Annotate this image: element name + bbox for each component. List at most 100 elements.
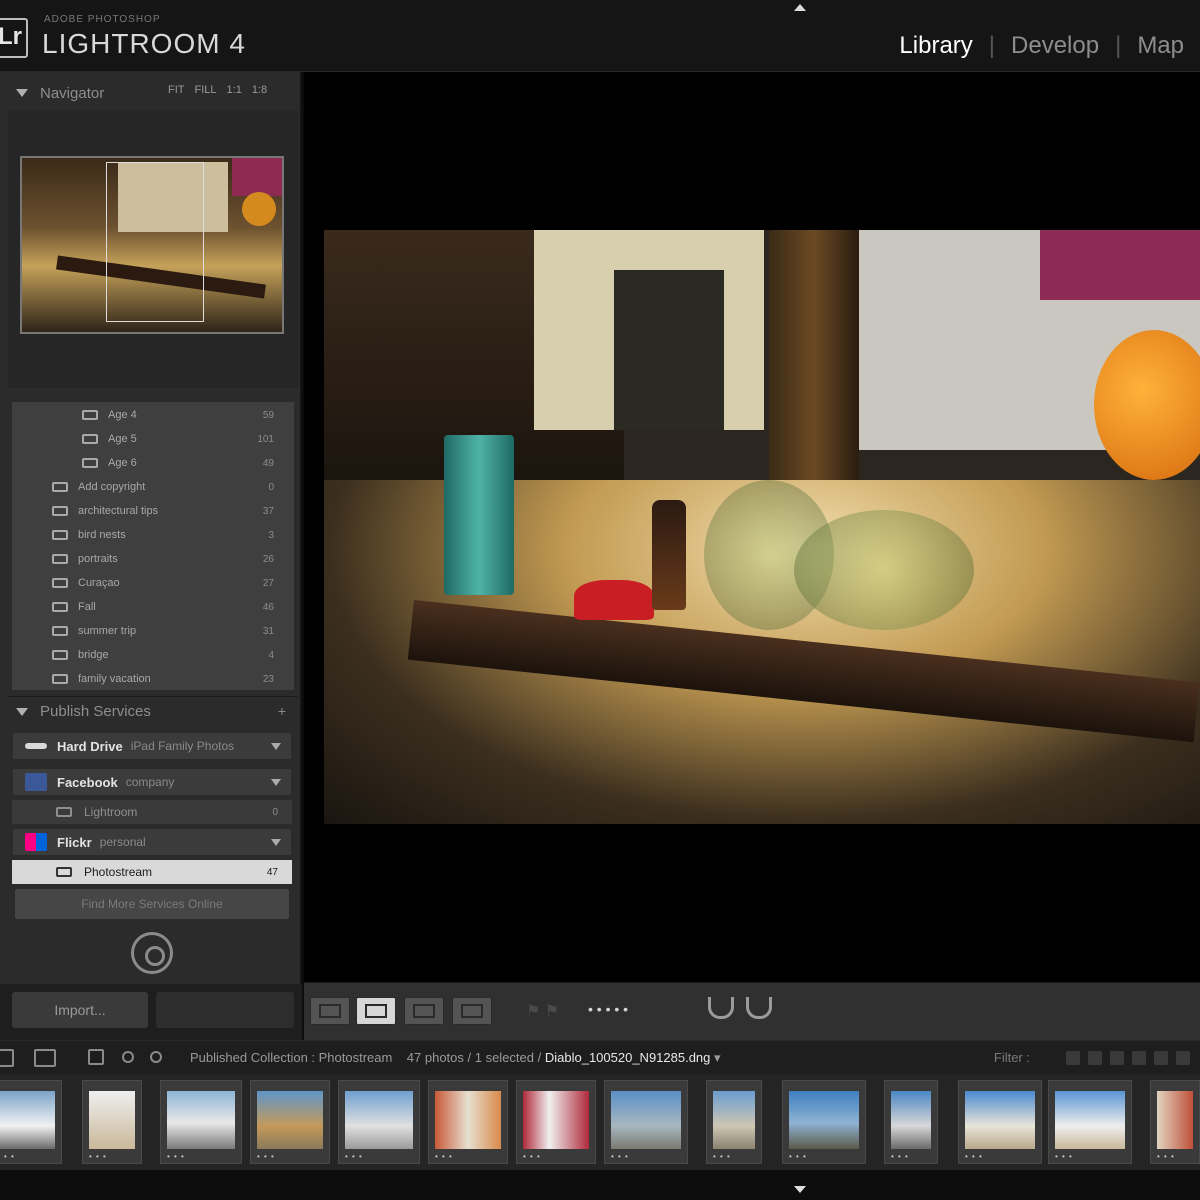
filmstrip-source[interactable]: Published Collection : Photostream 47 ph… [190, 1050, 721, 1066]
thumbnail-rating: • • • [891, 1152, 909, 1161]
filmstrip-thumbnail[interactable]: • • • [1150, 1080, 1200, 1164]
published-collection-label: Photostream [84, 865, 153, 879]
rotate-right-icon[interactable] [746, 997, 772, 1019]
rotate-left-icon[interactable] [708, 997, 734, 1019]
product-name: LIGHTROOM 4 [42, 28, 246, 59]
compare-view-button[interactable] [404, 997, 444, 1025]
module-develop[interactable]: Develop [995, 32, 1115, 60]
collapse-filmstrip-icon[interactable] [794, 1186, 806, 1193]
collapse-triangle-icon[interactable] [16, 707, 28, 716]
chevron-down-icon[interactable] [271, 742, 281, 750]
zoom-1-1[interactable]: 1:1 [227, 84, 242, 96]
zoom-1-8[interactable]: 1:8 [252, 84, 267, 96]
collection-row[interactable]: portraits 26 [12, 548, 294, 570]
service-flickr[interactable]: Flickr personal [12, 828, 292, 856]
export-button[interactable] [156, 992, 294, 1028]
filmstrip-thumbnail[interactable]: • • • [160, 1080, 242, 1164]
thumbnail-rating: • • • [1157, 1152, 1175, 1161]
survey-view-button[interactable] [452, 997, 492, 1025]
thumbnail-rating: • • • [257, 1152, 275, 1161]
survey-view-icon [461, 1004, 483, 1018]
single-monitor-icon[interactable] [0, 1049, 14, 1067]
filmstrip-bar: Published Collection : Photostream 47 ph… [0, 1040, 1200, 1074]
grid-view-button[interactable] [310, 997, 350, 1025]
filmstrip-thumbnail[interactable]: • • • [706, 1080, 762, 1164]
import-button[interactable]: Import... [12, 992, 148, 1028]
bottom-bar [0, 1170, 1200, 1200]
thumbnail-image [1055, 1091, 1125, 1149]
photo-red-napkin [574, 580, 654, 620]
add-service-icon[interactable]: + [278, 703, 286, 719]
flag-filter-icon[interactable] [1132, 1051, 1146, 1065]
flag-filter-icon[interactable] [1110, 1051, 1124, 1065]
collection-icon [52, 578, 68, 588]
collection-icon [52, 602, 68, 612]
filmstrip-thumbnail[interactable]: • • • [516, 1080, 596, 1164]
collection-row[interactable]: Fall 46 [12, 596, 294, 618]
grid-icon[interactable] [88, 1049, 104, 1065]
filmstrip-thumbnail[interactable]: • • • [958, 1080, 1042, 1164]
publish-services-header[interactable]: Publish Services + [8, 696, 298, 726]
find-more-services-button[interactable]: Find More Services Online [14, 888, 290, 920]
source-label: Published Collection : Photostream [190, 1050, 393, 1065]
published-collection-lightroom[interactable]: Lightroom 0 [12, 800, 292, 824]
flag-filter-icon[interactable] [1066, 1051, 1080, 1065]
gear-icon[interactable] [131, 932, 173, 974]
published-collection-photostream[interactable]: Photostream 47 [12, 860, 292, 884]
chevron-down-icon[interactable] [271, 778, 281, 786]
collection-label: architectural tips [78, 505, 159, 517]
collection-count: 26 [262, 553, 274, 565]
filmstrip-thumbnail[interactable]: • • • [604, 1080, 688, 1164]
module-library[interactable]: Library [883, 32, 988, 60]
flag-filter-icon[interactable] [1154, 1051, 1168, 1065]
top-bar: Lr ADOBE PHOTOSHOP LIGHTROOM 4 Library |… [0, 0, 1200, 72]
collection-row[interactable]: architectural tips 37 [12, 500, 294, 522]
back-arrow-icon[interactable] [122, 1051, 134, 1063]
flag-filter-icon[interactable] [1088, 1051, 1102, 1065]
navigator-viewport-frame[interactable] [106, 162, 204, 322]
filmstrip-thumbnail[interactable]: • • • [250, 1080, 330, 1164]
filmstrip-thumbnail[interactable]: • • • [338, 1080, 420, 1164]
collection-count: 59 [262, 409, 274, 421]
collection-icon [56, 867, 72, 877]
module-map[interactable]: Map [1121, 32, 1200, 60]
collection-row[interactable]: summer trip 31 [12, 620, 294, 642]
forward-arrow-icon[interactable] [150, 1051, 162, 1063]
filmstrip-thumbnail[interactable]: • • • [782, 1080, 866, 1164]
flag-filter-icon[interactable] [1176, 1051, 1190, 1065]
chevron-down-icon[interactable] [271, 838, 281, 846]
filmstrip-thumbnail[interactable]: • • • [884, 1080, 938, 1164]
zoom-fit[interactable]: FIT [168, 84, 185, 96]
collection-row[interactable]: Age 6 49 [12, 452, 294, 474]
filmstrip-thumbnail[interactable]: • • • [82, 1080, 142, 1164]
photo-teal-vase [444, 435, 514, 595]
chevron-down-icon[interactable]: ▾ [714, 1050, 721, 1065]
star-rating[interactable]: • • • • • [588, 1001, 628, 1017]
flag-icons[interactable]: ⚑ ⚑ [526, 1001, 559, 1021]
service-facebook[interactable]: Facebook company [12, 768, 292, 796]
filmstrip-thumbnail[interactable]: • • • [1048, 1080, 1132, 1164]
filter-label[interactable]: Filter : [994, 1050, 1030, 1065]
collection-row[interactable]: Add copyright 0 [12, 476, 294, 498]
thumbnail-image [523, 1091, 589, 1149]
filmstrip-thumbnail[interactable]: • • • [0, 1080, 62, 1164]
collapse-top-panel-icon[interactable] [794, 4, 806, 11]
filmstrip-thumbnail[interactable]: • • • [428, 1080, 508, 1164]
thumbnail-image [167, 1091, 235, 1149]
collection-row[interactable]: family vacation 23 [12, 668, 294, 690]
loupe-view-button[interactable] [356, 997, 396, 1025]
second-monitor-icon[interactable] [34, 1049, 56, 1067]
collection-row[interactable]: bird nests 3 [12, 524, 294, 546]
thumbnail-rating: • • • [89, 1152, 107, 1161]
zoom-fill[interactable]: FILL [195, 84, 217, 96]
main-photo-preview[interactable] [324, 230, 1200, 824]
collection-row[interactable]: Age 5 101 [12, 428, 294, 450]
collapse-triangle-icon[interactable] [16, 89, 28, 97]
collection-icon [82, 458, 98, 468]
navigator-preview[interactable] [20, 156, 284, 334]
service-hard-drive[interactable]: Hard Drive iPad Family Photos [12, 732, 292, 760]
product-vendor: ADOBE PHOTOSHOP [44, 14, 161, 25]
collection-row[interactable]: bridge 4 [12, 644, 294, 666]
collection-row[interactable]: Curaçao 27 [12, 572, 294, 594]
collection-row[interactable]: Age 4 59 [12, 404, 294, 426]
